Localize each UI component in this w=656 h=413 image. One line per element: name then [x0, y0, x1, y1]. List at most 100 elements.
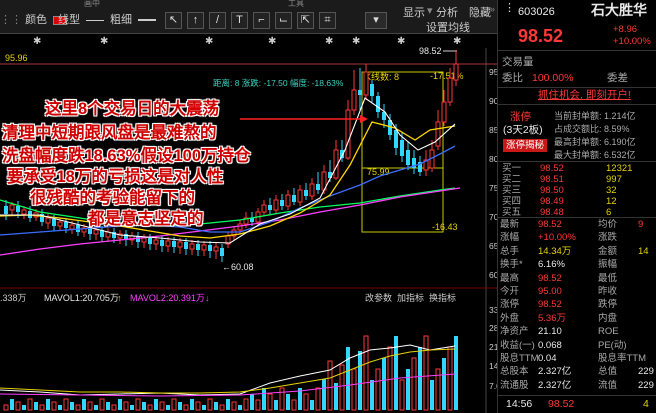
stat-label: 净资产	[500, 326, 529, 338]
menu-hide[interactable]: 隐藏	[469, 4, 491, 20]
menu-show[interactable]: 显示	[403, 4, 425, 20]
event-star: ✱	[352, 36, 360, 47]
ma-settings[interactable]: 设置均线	[426, 19, 470, 35]
vol-switch-indicator[interactable]: 换指标	[429, 292, 456, 303]
volume-bar	[358, 351, 362, 410]
volume-bar	[442, 358, 446, 410]
up-arrow-tool-icon[interactable]: ↑	[187, 12, 204, 29]
stat-label: 换手*	[500, 259, 523, 271]
vol-edit-params[interactable]: 改参数	[365, 292, 392, 303]
volume-bar	[22, 405, 26, 410]
stat-label: 均价	[598, 219, 618, 230]
weibi-label: 委比	[502, 72, 523, 84]
volume-bar	[195, 401, 201, 411]
bid-price: 98.51	[540, 174, 564, 185]
volume-bar	[310, 400, 314, 410]
stat-label: 最低	[598, 272, 618, 284]
candle-body	[292, 195, 296, 202]
annotation-line: 都是意志坚定的	[88, 210, 204, 228]
kline-chart[interactable]: ✱ ✱ ✱ ✱ ✱ ✱ ✱ ✱ 95.96 98.52 距离: 8 涨跌: -1…	[0, 35, 497, 413]
seal-line: 最高封单额: 6.190亿	[554, 137, 636, 147]
candle-body	[208, 245, 212, 251]
annotation-line: 这里8个交易日的大震荡	[45, 100, 220, 118]
limit-reveal-button[interactable]: 涨停揭秘	[503, 139, 548, 152]
volume-bar	[226, 399, 230, 410]
event-markers: ✱ ✱ ✱ ✱ ✱ ✱ ✱ ✱	[33, 36, 461, 47]
line-type-picker[interactable]: 线型	[58, 11, 105, 29]
volume-bar	[82, 399, 86, 410]
menu-hide-arrow[interactable]: »	[490, 4, 495, 14]
candle-body	[363, 71, 369, 96]
price-axis: 95.00 90.00 85.00 80.00 75.00 70.00 65.00 60.00	[489, 67, 497, 280]
volume-bar	[406, 369, 410, 410]
candle-body	[177, 241, 183, 248]
bid-label: 买一	[502, 163, 522, 174]
bid-volume: 32	[606, 185, 617, 196]
volume-axis: 33.22 28.00 21.00 14.00 7.00	[489, 305, 497, 391]
line-tool-icon[interactable]: /	[209, 12, 226, 29]
stock-name: 石大胜华	[591, 2, 647, 18]
price-axis-tick: 70.00	[489, 212, 497, 222]
candle-body	[93, 229, 99, 235]
weicha-label: 委差	[607, 72, 628, 84]
volume-value: .338万	[0, 293, 27, 303]
volume-bar	[267, 393, 273, 411]
volume-bar	[106, 402, 110, 410]
menu-dots-icon[interactable]: ⋮	[504, 2, 515, 15]
volume-bar	[154, 399, 158, 410]
text-tool-icon[interactable]: T	[231, 12, 248, 29]
candle-body	[64, 222, 68, 228]
event-star: ✱	[325, 36, 333, 47]
volume-bar	[418, 347, 422, 410]
grid-tool-icon[interactable]: ⌗	[319, 12, 336, 29]
quote-panel: ⋮ 603026 石大胜华 98.52 +8.96 +10.00% 交易量 委比…	[497, 0, 656, 413]
volume-tab[interactable]: 交易量	[502, 56, 534, 69]
stat-label: 股息率TTM	[598, 353, 647, 364]
candle-body	[447, 77, 453, 103]
event-star: ✱	[397, 36, 405, 47]
candle-body	[45, 217, 51, 224]
measure-tool-icon[interactable]: ⌐	[253, 12, 270, 29]
volume-bar	[255, 399, 261, 411]
price-axis-tick: 65.00	[489, 241, 497, 251]
volume-bar	[250, 394, 254, 410]
volume-bar	[214, 402, 218, 410]
candle-body	[184, 242, 188, 249]
candle-body	[453, 63, 459, 81]
stat-value: 2.327亿	[538, 366, 572, 378]
candle-body	[9, 204, 15, 211]
volume-bar	[351, 368, 357, 411]
period-tool-icon[interactable]: ⌙	[275, 12, 292, 29]
candle-body	[148, 238, 152, 244]
candle-body	[351, 89, 357, 111]
stat-label: 跌停	[598, 299, 618, 311]
volume-bar	[327, 360, 333, 411]
volume-bar	[346, 347, 350, 410]
vol-add-indicator[interactable]: 加指标	[397, 292, 424, 303]
color-label: 颜色	[25, 14, 48, 26]
thickness-picker[interactable]: 粗细	[110, 11, 157, 29]
volume-bar	[27, 398, 33, 411]
stat-value: 14.34万	[538, 245, 572, 257]
candle-body	[153, 239, 159, 245]
volume-bar	[399, 379, 405, 411]
volume-bar	[171, 398, 177, 411]
open-account-banner[interactable]: 抓住机会, 即刻开户!	[538, 89, 631, 102]
last-price: 98.52	[518, 26, 564, 46]
volume-bar	[118, 399, 122, 410]
select-tool-icon[interactable]: ↖	[165, 12, 182, 29]
candle-body	[304, 190, 308, 196]
volume-bar	[202, 405, 206, 410]
collapse-toolbar-icon[interactable]: ▾	[365, 12, 387, 29]
menu-analysis[interactable]: 分析	[436, 4, 458, 20]
menu-show-arrow[interactable]: ▾	[427, 4, 433, 17]
candle-body	[196, 244, 200, 250]
stat-label: 涨幅	[500, 232, 520, 244]
volume-bar	[3, 404, 9, 411]
measure-pct-down: -16.43	[432, 222, 458, 232]
volume-bar	[123, 401, 129, 411]
volume-bar	[286, 394, 290, 410]
kline-count: K线数: 8	[365, 71, 399, 82]
export-tool-icon[interactable]: ⇱	[297, 12, 314, 29]
volume-bar	[279, 387, 285, 411]
